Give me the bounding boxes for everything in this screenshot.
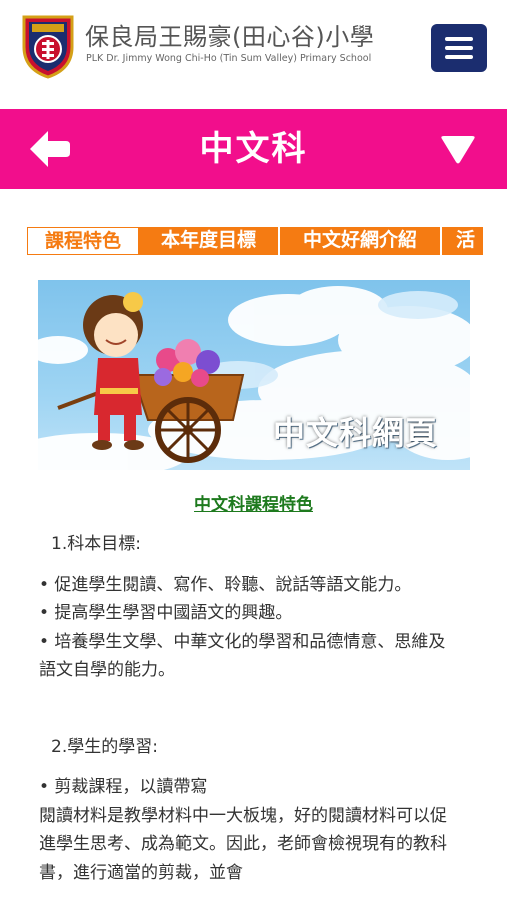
menu-bar <box>445 37 473 41</box>
section-title-link[interactable]: 中文科課程特色 <box>0 490 507 515</box>
goal-item: • 培養學生文學、中華文化的學習和品德情意、思維及語文自學的能力。 <box>39 631 446 681</box>
site-header: 保良局王賜豪(田心谷)小學 PLK Dr. Jimmy Wong Chi-Ho … <box>0 0 507 100</box>
tab-course-features[interactable]: 課程特色 <box>27 227 139 255</box>
subject-title-bar: 中文科 <box>0 109 507 189</box>
learning-item-body: 閱讀材料是教學材料中一大板塊，好的閱讀材料可以促進學生思考、成為範文。因此，老師… <box>39 805 447 883</box>
tab-chinese-websites[interactable]: 中文好網介紹 <box>280 227 442 255</box>
goal-item: • 提高學生學習中國語文的興趣。 <box>39 603 293 623</box>
heading-student-learning: 2.學生的學習: <box>51 736 158 757</box>
school-name-english: PLK Dr. Jimmy Wong Chi-Ho (Tin Sum Valle… <box>86 53 372 64</box>
heading-subject-goals: 1.科本目標: <box>51 534 141 554</box>
article-content: 1.科本目標: • 促進學生閱讀、寫作、聆聽、說話等語文能力。 • 提高學生學習… <box>39 530 459 887</box>
subject-banner-image: 中文科網頁 <box>38 280 470 470</box>
banner-caption: 中文科網頁 <box>272 414 438 452</box>
goal-item: • 促進學生閱讀、寫作、聆聽、說話等語文能力。 <box>39 574 412 595</box>
learning-item-title: • 剪裁課程，以讀帶寫 <box>39 777 208 797</box>
menu-bar <box>445 55 473 59</box>
tab-yearly-goals[interactable]: 本年度目標 <box>139 227 280 255</box>
hamburger-menu-button[interactable] <box>431 24 487 72</box>
tab-bar: 課程特色 本年度目標 中文好網介紹 活 <box>27 227 483 255</box>
menu-bar <box>445 46 473 50</box>
tab-activities[interactable]: 活 <box>442 227 483 255</box>
page-title: 中文科 <box>199 129 308 169</box>
triangle-down-icon[interactable] <box>440 136 476 164</box>
school-crest-icon[interactable] <box>18 13 78 79</box>
school-name-chinese: 保良局王賜豪(田心谷)小學 <box>85 23 375 51</box>
